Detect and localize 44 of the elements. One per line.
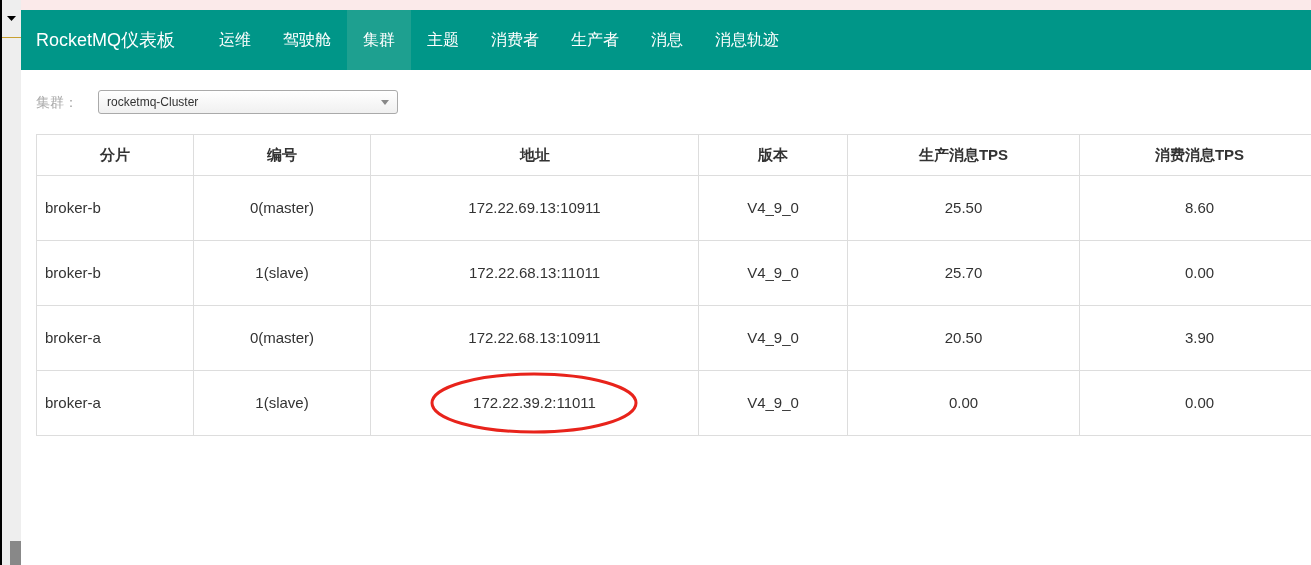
caret-icon[interactable] (7, 16, 16, 21)
table-cell-text: 1(slave) (255, 262, 309, 283)
table-cell-text: broker-b (45, 197, 101, 218)
column-header: 地址 (371, 135, 699, 175)
nav-tab[interactable]: 运维 (203, 10, 268, 70)
table-cell-text: 0.00 (948, 392, 979, 413)
table-cell-text: 0(master) (249, 197, 315, 218)
column-header: 分片 (37, 135, 194, 175)
nav-tab[interactable]: 驾驶舱 (267, 10, 348, 70)
table-cell-text: 1(slave) (255, 392, 309, 413)
table-cell-text: V4_9_0 (747, 327, 799, 348)
table-cell-text: V4_9_0 (747, 197, 799, 218)
column-header: 编号 (194, 135, 371, 175)
scrollbar-thumb[interactable] (10, 541, 21, 565)
table-cell-text: 3.90 (1184, 327, 1215, 348)
caret-icon (381, 99, 389, 105)
table-cell-text: broker-b (45, 262, 101, 283)
table-cell-text: broker-a (45, 327, 101, 348)
table-cell-text: 8.60 (1184, 197, 1215, 218)
cluster-select[interactable]: rocketmq-Cluster (98, 90, 398, 114)
nav-tab[interactable]: 消息轨迹 (699, 10, 796, 70)
table-cell-text: V4_9_0 (747, 262, 799, 283)
table-cell-text: 172.22.68.13:10911 (468, 327, 601, 348)
cluster-label: 集群： (36, 92, 79, 112)
nav-tab[interactable]: 消息 (635, 10, 700, 70)
table-cell-text: 0.00 (1184, 392, 1215, 413)
table-cell-text: 172.22.39.2:11011 (473, 392, 596, 413)
nav-tab[interactable]: 主题 (411, 10, 476, 70)
table-cell-text: 20.50 (944, 327, 983, 348)
table-cell-text: 25.70 (944, 262, 983, 283)
table-cell-text: 172.22.68.13:11011 (468, 262, 601, 283)
brand-title[interactable]: RocketMQ仪表板 (36, 26, 176, 54)
column-header: 生产消息TPS (848, 135, 1080, 175)
table-cell-text: broker-a (45, 392, 101, 413)
table-cell-text: V4_9_0 (747, 392, 799, 413)
table-cell-text: 0(master) (249, 327, 315, 348)
table-cell-text: 0.00 (1184, 262, 1215, 283)
column-header: 版本 (699, 135, 848, 175)
nav-tab[interactable]: 集群 (347, 10, 412, 70)
column-header: 消费消息TPS (1080, 135, 1311, 175)
nav-tab[interactable]: 消费者 (475, 10, 556, 70)
table-cell-text: 172.22.69.13:10911 (468, 197, 601, 218)
table-cell-text: 25.50 (944, 197, 983, 218)
nav-tab[interactable]: 生产者 (555, 10, 636, 70)
